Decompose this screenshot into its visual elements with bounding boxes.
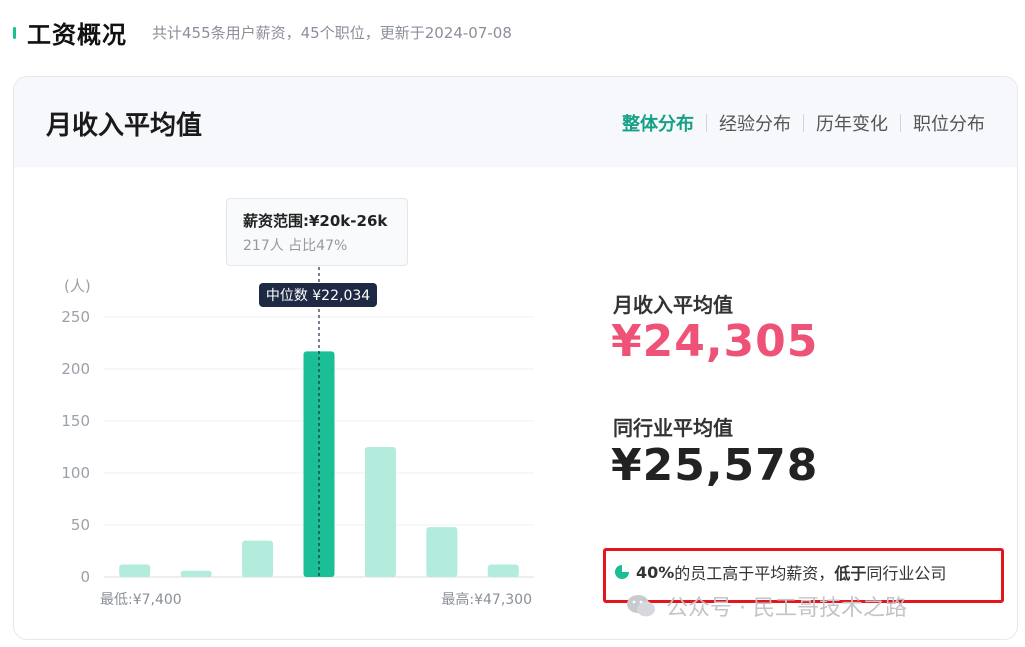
watermark: 公众号 · 民工哥技术之路 [626,590,907,622]
page-subtitle: 共计455条用户薪资，45个职位，更新于2024-07-08 [152,24,512,42]
y-tick-label: 50 [71,516,90,534]
chart-bar [426,527,458,577]
pie-chart-icon [615,565,629,579]
chart-tooltip: 薪资范围:¥20k-26k 217人 占比47% [226,198,408,266]
page-title: 工资概况 [27,21,127,49]
chart-bar [180,570,212,577]
salary-distribution-chart: (人) 250 200 150 100 50 0 中位数 ¥22,034 最低:¥7,400 最高… [14,177,574,637]
max-salary-label: 最高:¥47,300 [441,591,532,608]
card-header: 月收入平均值 整体分布 经验分布 历年变化 职位分布 [14,77,1017,167]
chart-bar [487,564,519,577]
avg-income-label: 月收入平均值 [613,293,733,317]
tooltip-range: 薪资范围:¥20k-26k [243,212,388,230]
tab-experience[interactable]: 经验分布 [719,110,791,136]
industry-avg-value: ¥25,578 [611,440,819,491]
y-tick-label: 200 [61,360,90,378]
median-label: 中位数 ¥22,034 [266,288,370,304]
chart-bar [119,564,151,577]
min-salary-label: 最低:¥7,400 [100,592,182,608]
y-axis-label: (人) [64,277,91,295]
tab-yearly[interactable]: 历年变化 [816,110,888,136]
y-tick-label: 250 [61,308,90,326]
avg-income-value: ¥24,305 [611,316,819,367]
note-text-2: 同行业公司 [866,564,947,583]
salary-note: 40% 的员工高于平均薪资， 低于 同行业公司 [614,560,946,584]
tooltip-count: 217人 占比47% [243,238,348,254]
industry-avg-label: 同行业平均值 [613,416,733,440]
tab-divider [706,114,707,132]
note-text-1: 的员工高于平均薪资， [674,564,835,583]
tab-divider [900,114,901,132]
tab-bar: 整体分布 经验分布 历年变化 职位分布 [622,110,985,136]
tab-overall[interactable]: 整体分布 [622,110,694,136]
note-bold: 低于 [834,564,867,583]
page-header: 工资概况 共计455条用户薪资，45个职位，更新于2024-07-08 [0,0,1025,64]
wechat-icon [627,595,655,617]
y-tick-label: 100 [61,464,90,482]
note-percentage: 40% [636,562,675,582]
chart-bar [364,447,396,577]
chart-bar [242,540,274,577]
tab-divider [803,114,804,132]
tab-position[interactable]: 职位分布 [913,110,985,136]
y-tick-label: 150 [61,412,90,430]
watermark-text: 公众号 · 民工哥技术之路 [666,596,907,621]
y-tick-label: 0 [80,568,90,586]
header-accent-bar [13,27,16,39]
card-title: 月收入平均值 [46,111,203,141]
